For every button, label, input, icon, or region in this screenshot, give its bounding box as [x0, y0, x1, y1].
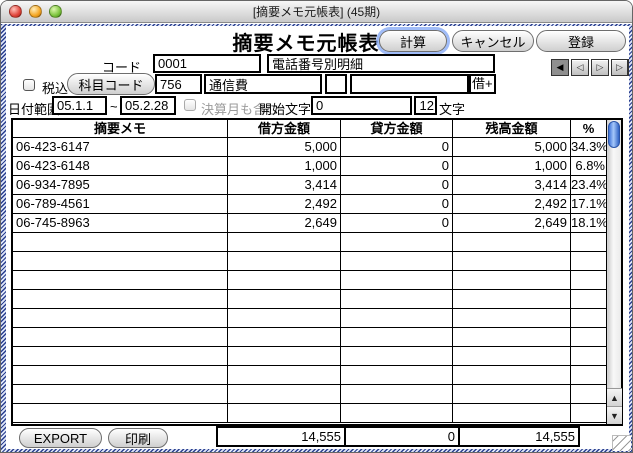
col-header-memo: 摘要メモ	[13, 120, 228, 137]
memo-table: 摘要メモ 借方金額 貸方金額 残高金額 % 06-423-6147 5,000 …	[11, 118, 623, 426]
code-input[interactable]	[153, 54, 261, 73]
table-row-empty	[13, 385, 606, 404]
app-window: [摘要メモ元帳表] (45期) 摘要メモ元帳表 計算 キャンセル 登録 コード …	[0, 0, 633, 453]
first-record-icon[interactable]: ◀	[551, 59, 569, 76]
table-row-empty	[13, 328, 606, 347]
table-row-empty	[13, 252, 606, 271]
scrollbar-thumb[interactable]	[608, 121, 620, 148]
char-count-suffix: 文字	[439, 99, 465, 118]
table-row-empty	[13, 309, 606, 328]
date-to-input[interactable]	[120, 96, 176, 115]
col-header-debit: 借方金額	[228, 120, 341, 137]
table-row[interactable]: 06-745-8963 2,649 0 2,649 18.1%	[13, 214, 606, 233]
col-header-balance: 残高金額	[453, 120, 571, 137]
table-body: 06-423-6147 5,000 0 5,000 34.3% 06-423-6…	[13, 138, 606, 423]
table-header-row: 摘要メモ 借方金額 貸方金額 残高金額 %	[13, 120, 606, 138]
cancel-button[interactable]: キャンセル	[452, 30, 534, 52]
table-row-empty	[13, 271, 606, 290]
total-credit: 0	[344, 426, 460, 447]
export-button[interactable]: EXPORT	[19, 428, 102, 448]
print-button[interactable]: 印刷	[108, 428, 168, 448]
sub-field-1[interactable]	[325, 74, 347, 94]
tax-included-label: 税込	[42, 78, 68, 97]
date-from-input[interactable]	[52, 96, 107, 115]
table-row-empty	[13, 347, 606, 366]
prev-record-icon[interactable]: ◁	[571, 59, 589, 76]
calc-button[interactable]: 計算	[379, 30, 447, 52]
table-row-empty	[13, 290, 606, 309]
table-row[interactable]: 06-423-6147 5,000 0 5,000 34.3%	[13, 138, 606, 157]
total-balance: 14,555	[458, 426, 580, 447]
total-debit: 14,555	[216, 426, 346, 447]
subject-code-input[interactable]	[155, 74, 202, 94]
window-title: [摘要メモ元帳表] (45期)	[253, 3, 380, 20]
zoom-icon[interactable]	[49, 5, 62, 18]
char-count-input[interactable]	[414, 96, 437, 115]
close-icon[interactable]	[9, 5, 22, 18]
subject-name-input[interactable]	[204, 74, 322, 94]
table-row[interactable]: 06-423-6148 1,000 0 1,000 6.8%	[13, 157, 606, 176]
col-header-pct: %	[571, 120, 606, 137]
table-row-empty	[13, 366, 606, 385]
scroll-down-icon[interactable]: ▼	[607, 406, 622, 424]
table-row[interactable]: 06-934-7895 3,414 0 3,414 23.4%	[13, 176, 606, 195]
code-name-input[interactable]	[267, 54, 495, 73]
table-row-empty	[13, 404, 606, 423]
include-closing-checkbox	[184, 99, 196, 111]
titlebar[interactable]: [摘要メモ元帳表] (45期)	[1, 1, 632, 23]
resize-grip-icon[interactable]	[612, 435, 631, 451]
scrollbar-track[interactable]	[608, 121, 620, 387]
subject-code-button[interactable]: 科目コード	[67, 73, 155, 95]
sub-field-2[interactable]	[350, 74, 469, 94]
vertical-scrollbar[interactable]: ▲ ▼	[606, 120, 621, 424]
table-row[interactable]: 06-789-4561 2,492 0 2,492 17.1%	[13, 195, 606, 214]
col-header-credit: 貸方金額	[341, 120, 453, 137]
record-nav: ◀ ◁ ▷ ▷	[551, 59, 629, 76]
register-button[interactable]: 登録	[536, 30, 626, 52]
scroll-up-icon[interactable]: ▲	[607, 388, 622, 406]
last-record-icon[interactable]: ▷	[611, 59, 629, 76]
minimize-icon[interactable]	[29, 5, 42, 18]
tax-included-checkbox[interactable]	[23, 79, 35, 91]
start-string-input[interactable]	[311, 96, 412, 115]
next-record-icon[interactable]: ▷	[591, 59, 609, 76]
table-row-empty	[13, 233, 606, 252]
form-content: 摘要メモ元帳表 計算 キャンセル 登録 コード ◀ ◁ ▷ ▷ 税込 科目コード…	[6, 26, 629, 449]
debit-flag-box: 借+	[469, 74, 496, 94]
date-tilde: ~	[110, 99, 118, 114]
focus-frame: 摘要メモ元帳表 計算 キャンセル 登録 コード ◀ ◁ ▷ ▷ 税込 科目コード…	[1, 24, 632, 452]
